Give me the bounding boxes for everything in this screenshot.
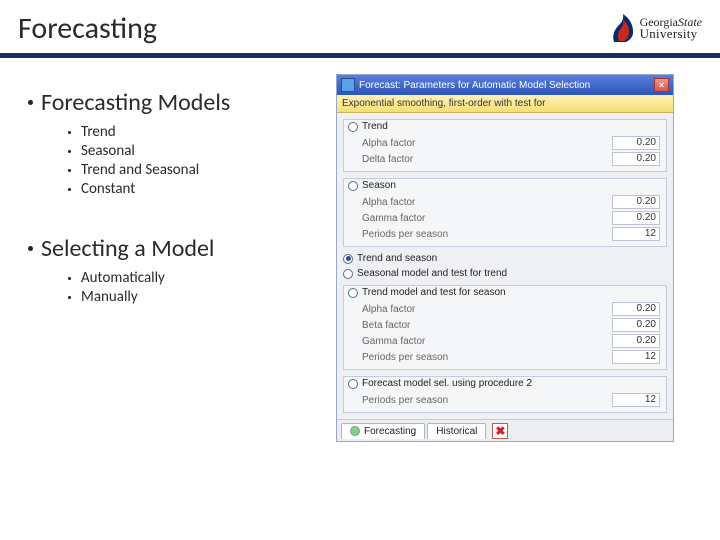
logo-line2: University [640, 28, 702, 40]
dialog-title: Forecast: Parameters for Automatic Model… [359, 80, 590, 91]
periods-field[interactable]: 12 [612, 393, 660, 407]
periods-field[interactable]: 12 [612, 350, 660, 364]
field-label: Alpha factor [362, 304, 415, 315]
cancel-button[interactable]: ✖ [492, 423, 508, 439]
section-procedure2: Forecast model sel. using procedure 2 Pe… [343, 376, 667, 413]
field-label: Beta factor [362, 320, 410, 331]
option-label: Seasonal model and test for trend [357, 268, 507, 279]
field-label: Alpha factor [362, 197, 415, 208]
bullet-icon [68, 188, 71, 191]
radio-seasonal-test-trend[interactable] [343, 269, 353, 279]
radio-trend-and-season[interactable] [343, 254, 353, 264]
alpha-factor-field[interactable]: 0.20 [612, 302, 660, 316]
tab-historical[interactable]: Historical [427, 423, 486, 439]
section-season: Season Alpha factor 0.20 Gamma factor 0.20… [343, 178, 667, 247]
section-label: Trend [362, 121, 388, 132]
heading-selecting-model: Selecting a Model [41, 234, 214, 263]
field-label: Periods per season [362, 352, 448, 363]
list-item: Trend [81, 123, 116, 141]
info-banner: Exponential smoothing, first-order with … [337, 95, 673, 113]
list-item: Trend and Seasonal [81, 161, 199, 179]
list-item: Seasonal [81, 142, 135, 160]
section-trend: Trend Alpha factor 0.20 Delta factor 0.20 [343, 119, 667, 172]
field-label: Gamma factor [362, 336, 425, 347]
bullet-icon [68, 277, 71, 280]
forecast-parameters-dialog: Forecast: Parameters for Automatic Model… [336, 74, 674, 442]
gamma-factor-field[interactable]: 0.20 [612, 334, 660, 348]
gamma-factor-field[interactable]: 0.20 [612, 211, 660, 225]
bullet-icon [68, 131, 71, 134]
field-label: Gamma factor [362, 213, 425, 224]
option-label: Trend and season [357, 253, 437, 264]
list-item: Manually [81, 288, 138, 306]
alpha-factor-field[interactable]: 0.20 [612, 136, 660, 150]
radio-trend[interactable] [348, 122, 358, 132]
delta-factor-field[interactable]: 0.20 [612, 152, 660, 166]
dialog-titlebar[interactable]: Forecast: Parameters for Automatic Model… [337, 75, 673, 95]
bullet-icon [28, 246, 33, 251]
check-icon [350, 426, 360, 436]
bullet-icon [68, 296, 71, 299]
section-label: Trend model and test for season [362, 287, 506, 298]
field-label: Delta factor [362, 154, 413, 165]
heading-forecasting-models: Forecasting Models [41, 88, 230, 117]
radio-procedure2[interactable] [348, 379, 358, 389]
page-title: Forecasting [18, 10, 157, 47]
list-item: Automatically [81, 269, 165, 287]
section-label: Season [362, 180, 396, 191]
section-label: Forecast model sel. using procedure 2 [362, 378, 532, 389]
radio-season[interactable] [348, 181, 358, 191]
periods-field[interactable]: 12 [612, 227, 660, 241]
bullet-icon [68, 150, 71, 153]
section-trend-test-season: Trend model and test for season Alpha fa… [343, 285, 667, 370]
field-label: Periods per season [362, 229, 448, 240]
alpha-factor-field[interactable]: 0.20 [612, 195, 660, 209]
dialog-footer: Forecasting Historical ✖ [337, 419, 673, 441]
radio-trend-test-season[interactable] [348, 288, 358, 298]
flame-icon [610, 14, 636, 44]
close-button[interactable]: × [654, 78, 669, 92]
bullet-icon [68, 169, 71, 172]
tab-label: Forecasting [364, 426, 416, 437]
tab-forecasting[interactable]: Forecasting [341, 423, 425, 439]
tab-label: Historical [436, 426, 477, 437]
field-label: Periods per season [362, 395, 448, 406]
beta-factor-field[interactable]: 0.20 [612, 318, 660, 332]
bullet-icon [28, 100, 33, 105]
window-icon [341, 78, 355, 92]
field-label: Alpha factor [362, 138, 415, 149]
list-item: Constant [81, 180, 135, 198]
gsu-logo: GeorgiaState University [610, 14, 702, 44]
